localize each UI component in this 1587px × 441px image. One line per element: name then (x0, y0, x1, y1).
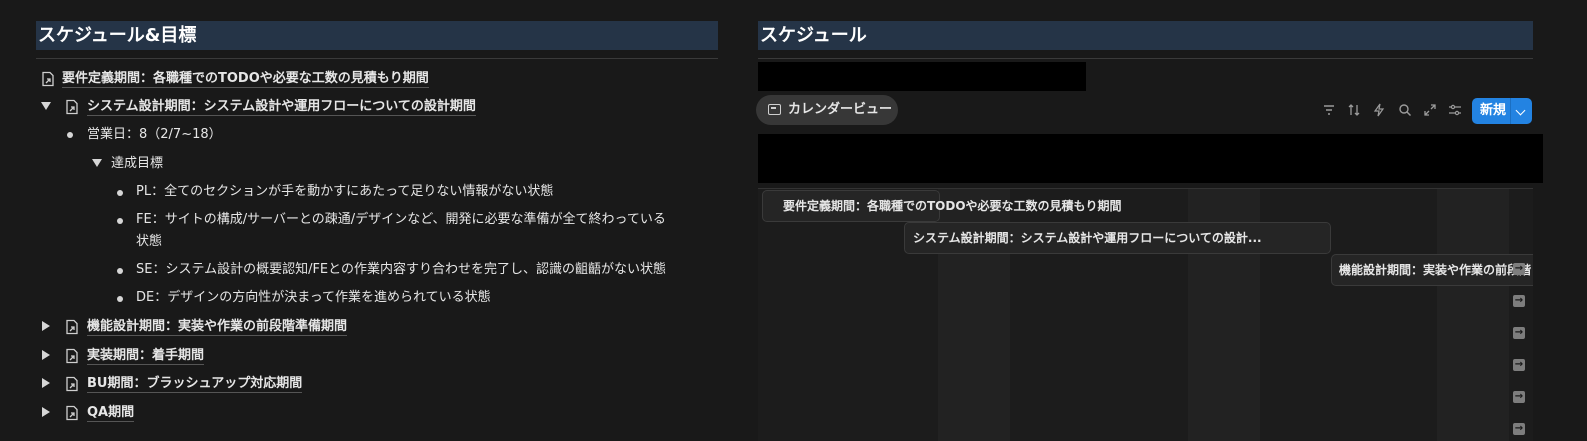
settings-icon[interactable] (1448, 103, 1462, 117)
bullet-icon (117, 296, 123, 302)
filter-icon[interactable] (1322, 103, 1336, 117)
bullet-icon (67, 132, 73, 138)
schedule-item-system-design[interactable]: システム設計期間：システム設計や運用フローについての設計期間 (87, 98, 476, 116)
goal-fe-text-continued: 状態 (136, 234, 163, 249)
goal-de-text: DE：デザインの方向性が決まって作業を進められている状態 (136, 290, 491, 305)
business-days-text: 営業日：8（2/7~18） (87, 127, 222, 142)
weekend-stripe (1437, 189, 1509, 441)
new-button[interactable]: 新規 (1472, 98, 1532, 124)
right-divider (758, 58, 1533, 59)
goal-se-text: SE：システム設計の概要認知/FEとの作業内容すり合わせを完了し、認識の齟齬がな… (136, 262, 667, 277)
expand-toggle-icon[interactable] (42, 378, 50, 388)
goal-pl-text: PL：全てのセクションが手を動かすにあたって足りない情報がない状態 (136, 184, 554, 199)
schedule-item-brushup[interactable]: BU期間：ブラッシュアップ対応期間 (87, 375, 303, 393)
schedule-item-functional-design[interactable]: 機能設計期間：実装や作業の前段階準備期間 (87, 318, 348, 336)
scroll-to-item-icon[interactable]: → (1513, 423, 1525, 435)
page-link-icon (66, 376, 78, 392)
chevron-down-icon[interactable] (1515, 105, 1526, 116)
collapse-toggle-icon[interactable] (41, 102, 51, 110)
search-icon[interactable] (1398, 103, 1412, 117)
schedule-item-implementation[interactable]: 実装期間：着手期間 (87, 347, 205, 365)
left-heading: スケジュール&目標 (36, 21, 718, 50)
scroll-to-item-icon[interactable]: → (1513, 327, 1525, 339)
expand-toggle-icon[interactable] (42, 407, 50, 417)
timeline-bar-label: システム設計期間：システム設計や運用フローについての設計... (913, 231, 1262, 245)
scroll-to-item-icon[interactable]: → (1513, 391, 1525, 403)
timeline-bar[interactable]: システム設計期間：システム設計や運用フローについての設計... (904, 222, 1331, 254)
redacted-block (758, 62, 1086, 91)
new-button-label: 新規 (1480, 103, 1507, 118)
scroll-to-item-icon[interactable]: → (1513, 295, 1525, 307)
scroll-to-item-icon[interactable]: → (1513, 359, 1525, 371)
calendar-view-label: カレンダービュー (788, 102, 893, 117)
page-link-icon (66, 405, 78, 421)
new-button-separator (1510, 98, 1511, 124)
schedule-item-qa[interactable]: QA期間 (87, 404, 135, 422)
goal-fe-text: FE：サイトの構成/サーバーとの疎通/デザインなど、開発に必要な準備が全て終わっ… (136, 212, 666, 227)
page-link-icon (42, 71, 54, 87)
timeline-bar[interactable]: 機能設計期間：実装や作業の前段階 (1331, 254, 1533, 286)
page-link-icon (66, 348, 78, 364)
page-link-icon (66, 99, 78, 115)
schedule-item-requirements[interactable]: 要件定義期間：各職種でのTODOや必要な工数の見積もり期間 (62, 70, 429, 88)
bullet-icon (117, 218, 123, 224)
collapse-toggle-icon[interactable] (92, 159, 102, 167)
bullet-icon (117, 190, 123, 196)
left-divider (36, 58, 718, 59)
calendar-view-tab[interactable]: カレンダービュー (756, 95, 898, 125)
redacted-block (758, 134, 1543, 183)
timeline-bar-label: 要件定義期間：各職種でのTODOや必要な工数の見積もり期間 (783, 199, 1122, 213)
page-link-icon (66, 319, 78, 335)
expand-icon[interactable] (1423, 103, 1437, 117)
scroll-to-item-icon[interactable]: → (1513, 263, 1525, 275)
right-heading: スケジュール (758, 21, 1533, 50)
goals-heading: 達成目標 (111, 156, 164, 171)
sort-icon[interactable] (1347, 103, 1361, 117)
calendar-icon (768, 104, 781, 115)
expand-toggle-icon[interactable] (42, 350, 50, 360)
timeline-bar[interactable]: 要件定義期間：各職種でのTODOや必要な工数の見積もり期間 (762, 190, 1122, 222)
expand-toggle-icon[interactable] (42, 321, 50, 331)
timeline-bar-label: 機能設計期間：実装や作業の前段階 (1339, 263, 1532, 277)
bullet-icon (117, 268, 123, 274)
lightning-icon[interactable] (1372, 103, 1386, 117)
